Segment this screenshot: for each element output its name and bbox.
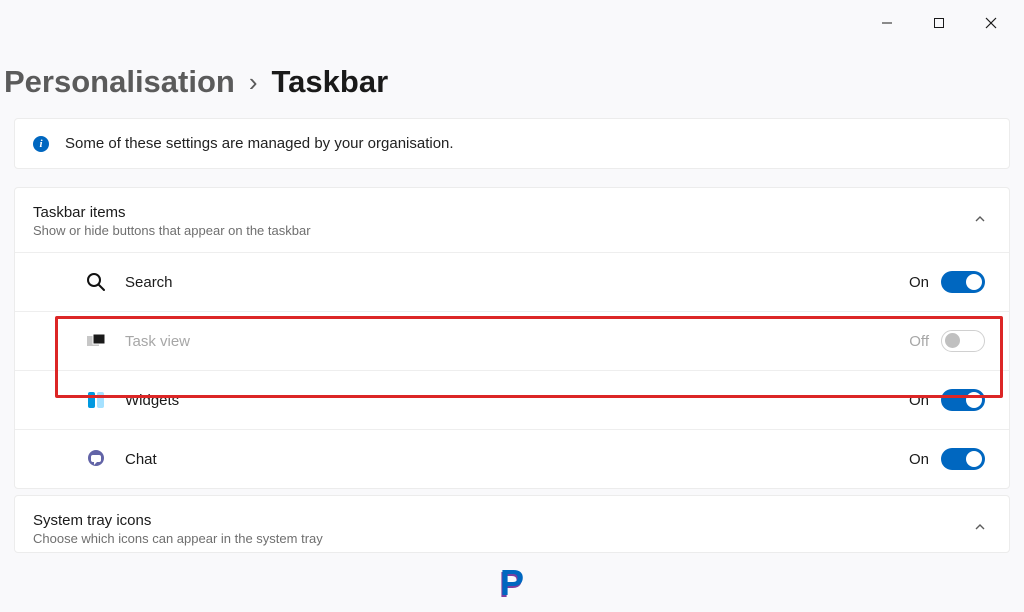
task-view-toggle: [941, 330, 985, 352]
chevron-right-icon: ›: [249, 67, 258, 98]
widgets-icon: [85, 389, 107, 411]
search-icon: [85, 271, 107, 293]
chat-toggle[interactable]: [941, 448, 985, 470]
section-title: Taskbar items: [33, 204, 311, 221]
task-view-icon: [85, 330, 107, 352]
widgets-toggle[interactable]: [941, 389, 985, 411]
row-widgets: Widgets On: [15, 370, 1009, 429]
row-label: Task view: [125, 333, 190, 350]
toggle-state: Off: [909, 333, 929, 350]
watermark: P: [500, 562, 524, 604]
section-subtitle: Choose which icons can appear in the sys…: [33, 531, 323, 546]
chevron-up-icon[interactable]: [973, 212, 987, 231]
info-icon: [33, 136, 49, 152]
row-label: Chat: [125, 451, 157, 468]
toggle-state: On: [909, 451, 929, 468]
taskbar-items-section: Taskbar items Show or hide buttons that …: [14, 187, 1010, 489]
row-chat: Chat On: [15, 429, 1009, 488]
chat-icon: [85, 448, 107, 470]
breadcrumb-parent[interactable]: Personalisation: [4, 64, 235, 100]
section-title: System tray icons: [33, 512, 323, 529]
toggle-state: On: [909, 274, 929, 291]
close-button[interactable]: [968, 8, 1014, 38]
section-subtitle: Show or hide buttons that appear on the …: [33, 223, 311, 238]
row-search: Search On: [15, 252, 1009, 311]
maximize-button[interactable]: [916, 8, 962, 38]
row-task-view: Task view Off: [15, 311, 1009, 370]
row-label: Search: [125, 274, 173, 291]
section-header[interactable]: Taskbar items Show or hide buttons that …: [15, 188, 1009, 252]
breadcrumb-current: Taskbar: [272, 64, 389, 100]
org-managed-banner: Some of these settings are managed by yo…: [14, 118, 1010, 169]
window-controls: [864, 8, 1014, 38]
banner-text: Some of these settings are managed by yo…: [65, 135, 454, 152]
section-header[interactable]: System tray icons Choose which icons can…: [15, 496, 1009, 552]
toggle-state: On: [909, 392, 929, 409]
chevron-up-icon[interactable]: [973, 520, 987, 539]
search-toggle[interactable]: [941, 271, 985, 293]
minimize-button[interactable]: [864, 8, 910, 38]
system-tray-icons-section: System tray icons Choose which icons can…: [14, 495, 1010, 553]
row-label: Widgets: [125, 392, 179, 409]
